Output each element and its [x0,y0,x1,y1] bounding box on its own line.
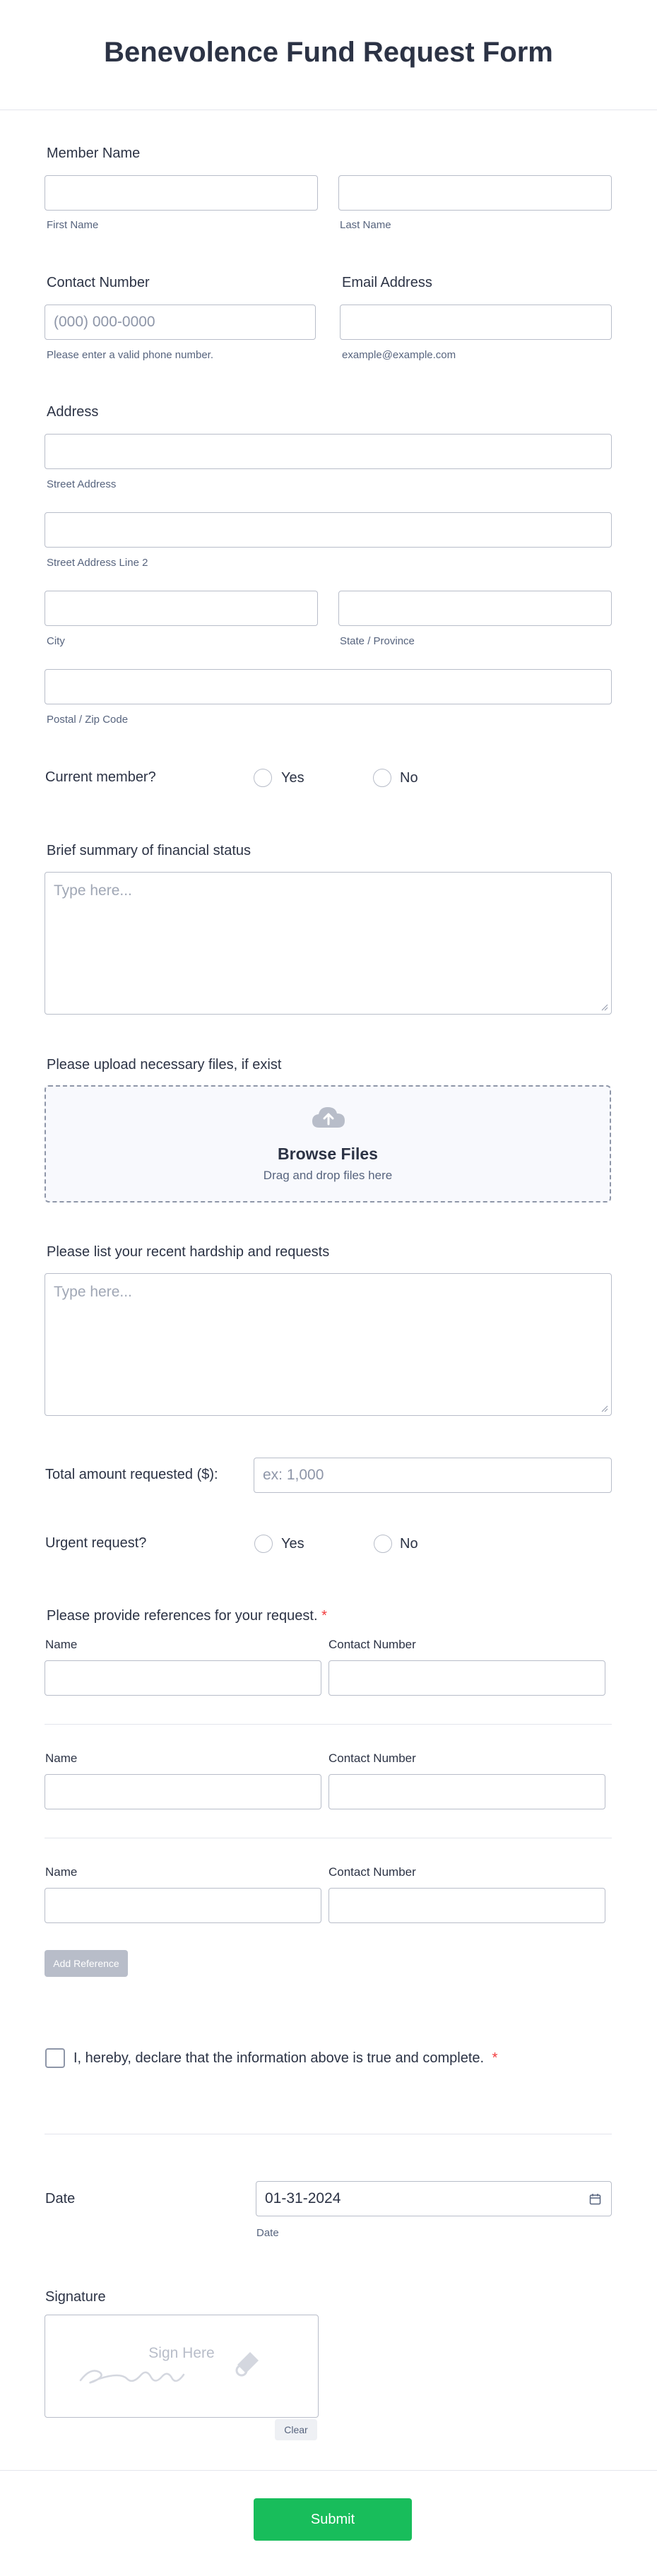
reference-1-contact-input[interactable] [328,1660,605,1696]
declaration-checkbox[interactable] [45,2048,65,2068]
required-mark: * [321,1608,327,1624]
urgent-label: Urgent request? [45,1535,147,1551]
reference-3-name-label: Name [45,1865,78,1879]
first-name-sublabel: First Name [47,219,99,231]
last-name-input[interactable] [338,175,612,211]
city-input[interactable] [45,591,318,626]
reference-1-name-input[interactable] [45,1660,321,1696]
declaration-text: I, hereby, declare that the information … [73,2050,485,2066]
signature-label: Signature [45,2289,106,2305]
sign-here-prompt: Sign Here [148,2345,215,2361]
urgent-yes-radio[interactable] [254,1535,273,1553]
date-input[interactable]: 01-31-2024 [256,2181,612,2216]
footer-divider [0,2470,657,2471]
street-address-2-sublabel: Street Address Line 2 [47,557,148,569]
street-address-2-input[interactable] [45,512,612,548]
current-member-label: Current member? [45,769,156,785]
email-label: Email Address [342,275,432,290]
postal-code-input[interactable] [45,669,612,704]
form-title: Benevolence Fund Request Form [104,37,553,68]
calendar-icon[interactable] [589,2193,601,2205]
current-member-yes-label[interactable]: Yes [281,770,304,786]
references-label: Please provide references for your reque… [47,1608,327,1624]
resize-handle-icon[interactable] [601,1004,608,1011]
state-input[interactable] [338,591,612,626]
city-sublabel: City [47,635,65,647]
reference-1-contact-label: Contact Number [328,1638,416,1651]
add-reference-button[interactable]: Add Reference [45,1950,128,1977]
reference-2-contact-label: Contact Number [328,1751,416,1765]
current-member-no-label[interactable]: No [400,770,418,786]
financial-status-placeholder: Type here... [54,882,132,899]
hardship-textarea[interactable]: Type here... [45,1273,612,1416]
amount-label: Total amount requested ($): [45,1467,218,1482]
email-input[interactable] [340,305,612,340]
clear-signature-button[interactable]: Clear [275,2419,317,2440]
reference-2-contact-input[interactable] [328,1774,605,1809]
reference-3-contact-input[interactable] [328,1888,605,1923]
email-sublabel: example@example.com [342,349,456,361]
member-name-label: Member Name [47,146,141,161]
required-mark: * [492,2050,498,2066]
references-label-text: Please provide references for your reque… [47,1608,318,1624]
current-member-yes-radio[interactable] [254,769,272,787]
date-label: Date [45,2191,76,2206]
reference-3-contact-label: Contact Number [328,1865,416,1879]
amount-input[interactable]: ex: 1,000 [254,1458,612,1493]
phone-input[interactable]: (000) 000-0000 [45,305,316,340]
date-sublabel: Date [256,2227,279,2239]
file-upload-dropzone[interactable]: Browse Files Drag and drop files here [45,1085,611,1203]
reference-1-name-label: Name [45,1638,78,1651]
date-value: 01-31-2024 [265,2190,341,2206]
contact-number-label: Contact Number [47,275,150,290]
reference-divider [45,1724,612,1725]
urgent-yes-label[interactable]: Yes [281,1536,304,1552]
street-address-input[interactable] [45,434,612,469]
postal-code-sublabel: Postal / Zip Code [47,714,129,726]
reference-2-name-label: Name [45,1751,78,1765]
resize-handle-icon[interactable] [601,1405,608,1412]
reference-3-name-input[interactable] [45,1888,321,1923]
financial-status-label: Brief summary of financial status [47,843,251,858]
cloud-upload-icon [312,1107,345,1128]
phone-sublabel: Please enter a valid phone number. [47,349,213,361]
drag-drop-hint: Drag and drop files here [263,1169,393,1182]
reference-2-name-input[interactable] [45,1774,321,1809]
financial-status-textarea[interactable]: Type here... [45,872,612,1015]
upload-label: Please upload necessary files, if exist [47,1057,282,1073]
address-label: Address [47,404,99,420]
street-address-sublabel: Street Address [47,478,117,490]
signature-pad[interactable]: Sign Here [45,2315,319,2418]
current-member-no-radio[interactable] [373,769,391,787]
last-name-sublabel: Last Name [340,219,391,231]
submit-button[interactable]: Submit [254,2498,412,2541]
state-sublabel: State / Province [340,635,415,647]
declaration-label[interactable]: I, hereby, declare that the information … [73,2050,497,2067]
urgent-no-label[interactable]: No [400,1536,418,1552]
urgent-no-radio[interactable] [374,1535,392,1553]
first-name-input[interactable] [45,175,318,211]
hardship-label: Please list your recent hardship and req… [47,1244,330,1260]
browse-files-button[interactable]: Browse Files [46,1145,610,1164]
hardship-placeholder: Type here... [54,1284,132,1300]
